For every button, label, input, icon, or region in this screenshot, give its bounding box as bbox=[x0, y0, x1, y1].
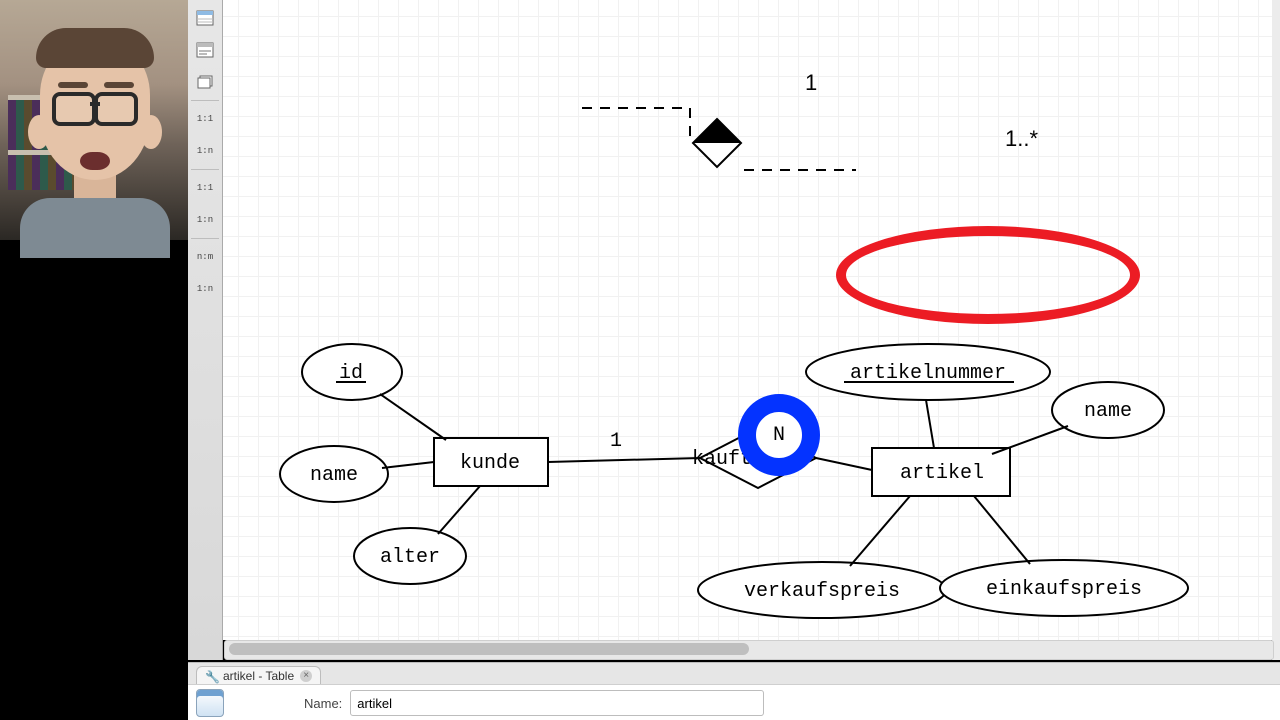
svg-text:einkaufspreis: einkaufspreis bbox=[986, 578, 1142, 601]
video-letterbox bbox=[0, 240, 188, 680]
relation-1-n-nonid-icon[interactable]: 1:n bbox=[190, 206, 220, 234]
tab-title: artikel - Table bbox=[223, 669, 294, 683]
annotation-highlight-ring: N bbox=[738, 394, 820, 476]
svg-text:alter: alter bbox=[380, 546, 440, 569]
svg-text:verkaufspreis: verkaufspreis bbox=[744, 580, 900, 603]
svg-text:artikel: artikel bbox=[900, 462, 984, 485]
svg-text:id: id bbox=[339, 362, 363, 385]
relation-1-n-identifying-icon[interactable]: 1:n bbox=[190, 137, 220, 165]
svg-text:name: name bbox=[1084, 400, 1132, 423]
annotation-highlight-ellipse bbox=[836, 226, 1140, 324]
er-diagram: kunde artikel kauft id name alter artike… bbox=[222, 330, 1280, 640]
name-label: Name: bbox=[304, 696, 342, 711]
wrench-icon: 🔧 bbox=[205, 670, 217, 682]
table-name-input[interactable] bbox=[350, 690, 764, 716]
table-tool-icon[interactable] bbox=[190, 4, 220, 32]
view-tool-icon[interactable] bbox=[190, 36, 220, 64]
editor-tabs: 🔧 artikel - Table × bbox=[188, 662, 1280, 685]
relation-existing-1-n-icon[interactable]: 1:n bbox=[190, 275, 220, 303]
cardinality-right: 1..* bbox=[1005, 126, 1038, 152]
horizontal-scrollbar[interactable] bbox=[224, 640, 1274, 660]
relation-1-1-nonid-icon[interactable]: 1:1 bbox=[190, 174, 220, 202]
svg-text:artikelnummer: artikelnummer bbox=[850, 362, 1006, 385]
cardinality-right-er: N bbox=[773, 424, 785, 447]
properties-panel: Name: bbox=[188, 684, 1280, 720]
svg-text:name: name bbox=[310, 464, 358, 487]
presenter-webcam bbox=[0, 0, 188, 240]
layer-tool-icon[interactable] bbox=[190, 68, 220, 96]
relation-1-1-identifying-icon[interactable]: 1:1 bbox=[190, 105, 220, 133]
tab-artikel-table[interactable]: 🔧 artikel - Table × bbox=[196, 666, 321, 685]
relation-n-m-icon[interactable]: n:m bbox=[190, 243, 220, 271]
vertical-toolbar: 1:1 1:n 1:1 1:n n:m 1:n bbox=[188, 0, 223, 660]
close-icon[interactable]: × bbox=[300, 670, 312, 682]
table-icon bbox=[196, 689, 224, 717]
svg-text:kunde: kunde bbox=[460, 452, 520, 475]
cardinality-left: 1 bbox=[805, 70, 817, 96]
svg-text:1: 1 bbox=[610, 430, 622, 453]
